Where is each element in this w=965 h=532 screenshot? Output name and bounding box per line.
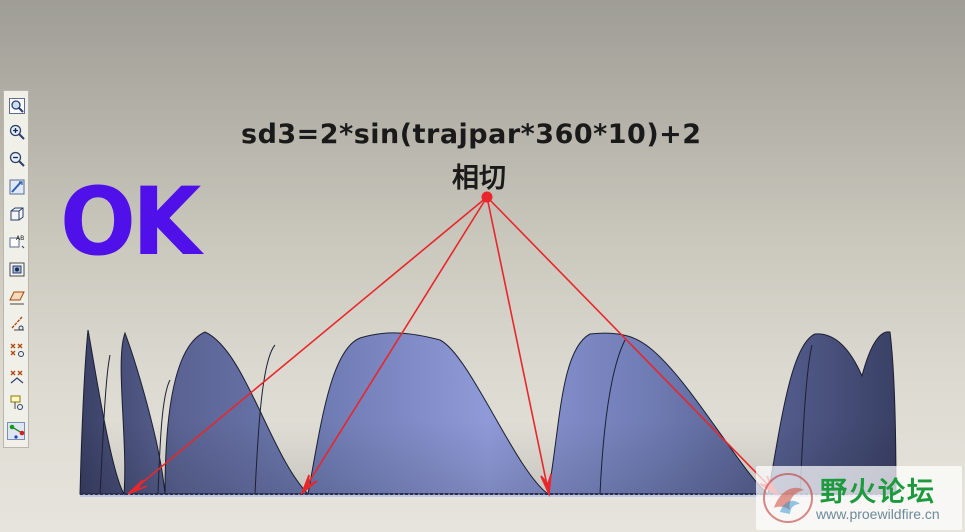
datum-point-display-icon — [10, 343, 24, 357]
watermark-title: 野火论坛 — [820, 477, 936, 508]
forum-watermark: 野火论坛 www.proewildfire.cn — [756, 466, 962, 530]
coordinate-system-display-button[interactable] — [7, 367, 25, 385]
repaint-button[interactable] — [7, 177, 25, 195]
spin-center-icon — [9, 424, 25, 439]
datum-point-display-button[interactable] — [7, 340, 25, 358]
layers-button[interactable] — [7, 259, 25, 277]
view-orientation-button[interactable] — [7, 204, 25, 222]
sweep-equation: sd3=2*sin(trajpar*360*10)+2 — [241, 119, 702, 150]
datum-axis-display-button[interactable] — [7, 313, 25, 331]
zoom-fit-button[interactable] — [7, 96, 25, 114]
coordinate-system-display-icon — [10, 370, 24, 384]
view-toolbar: AB — [3, 90, 29, 448]
datum-plane-display-button[interactable] — [7, 287, 25, 305]
annotation-display-button[interactable] — [7, 393, 25, 411]
spin-center-button[interactable] — [7, 422, 25, 440]
annotation-display-icon — [10, 395, 23, 410]
saved-views-button[interactable]: AB — [7, 231, 25, 249]
view-orientation-icon — [10, 207, 24, 221]
layers-icon — [9, 262, 25, 277]
wildfire-logo-icon — [763, 473, 813, 523]
model-viewport[interactable]: OK sd3=2*sin(trajpar*360*10)+2 相切 — [0, 0, 965, 532]
zoom-fit-icon — [9, 98, 25, 114]
tangent-label: 相切 — [452, 163, 506, 194]
saved-views-icon: AB — [9, 235, 25, 249]
zoom-out-button[interactable] — [7, 149, 25, 167]
saved-views-text: AB — [16, 235, 24, 242]
datum-axis-display-icon — [11, 316, 24, 331]
watermark-url: www.proewildfire.cn — [816, 506, 940, 522]
repaint-icon — [9, 179, 25, 195]
zoom-in-icon — [9, 124, 25, 140]
zoom-in-button[interactable] — [7, 122, 25, 140]
ok-label: OK — [60, 168, 201, 277]
datum-plane-display-icon — [9, 291, 25, 305]
zoom-out-icon — [9, 151, 25, 167]
